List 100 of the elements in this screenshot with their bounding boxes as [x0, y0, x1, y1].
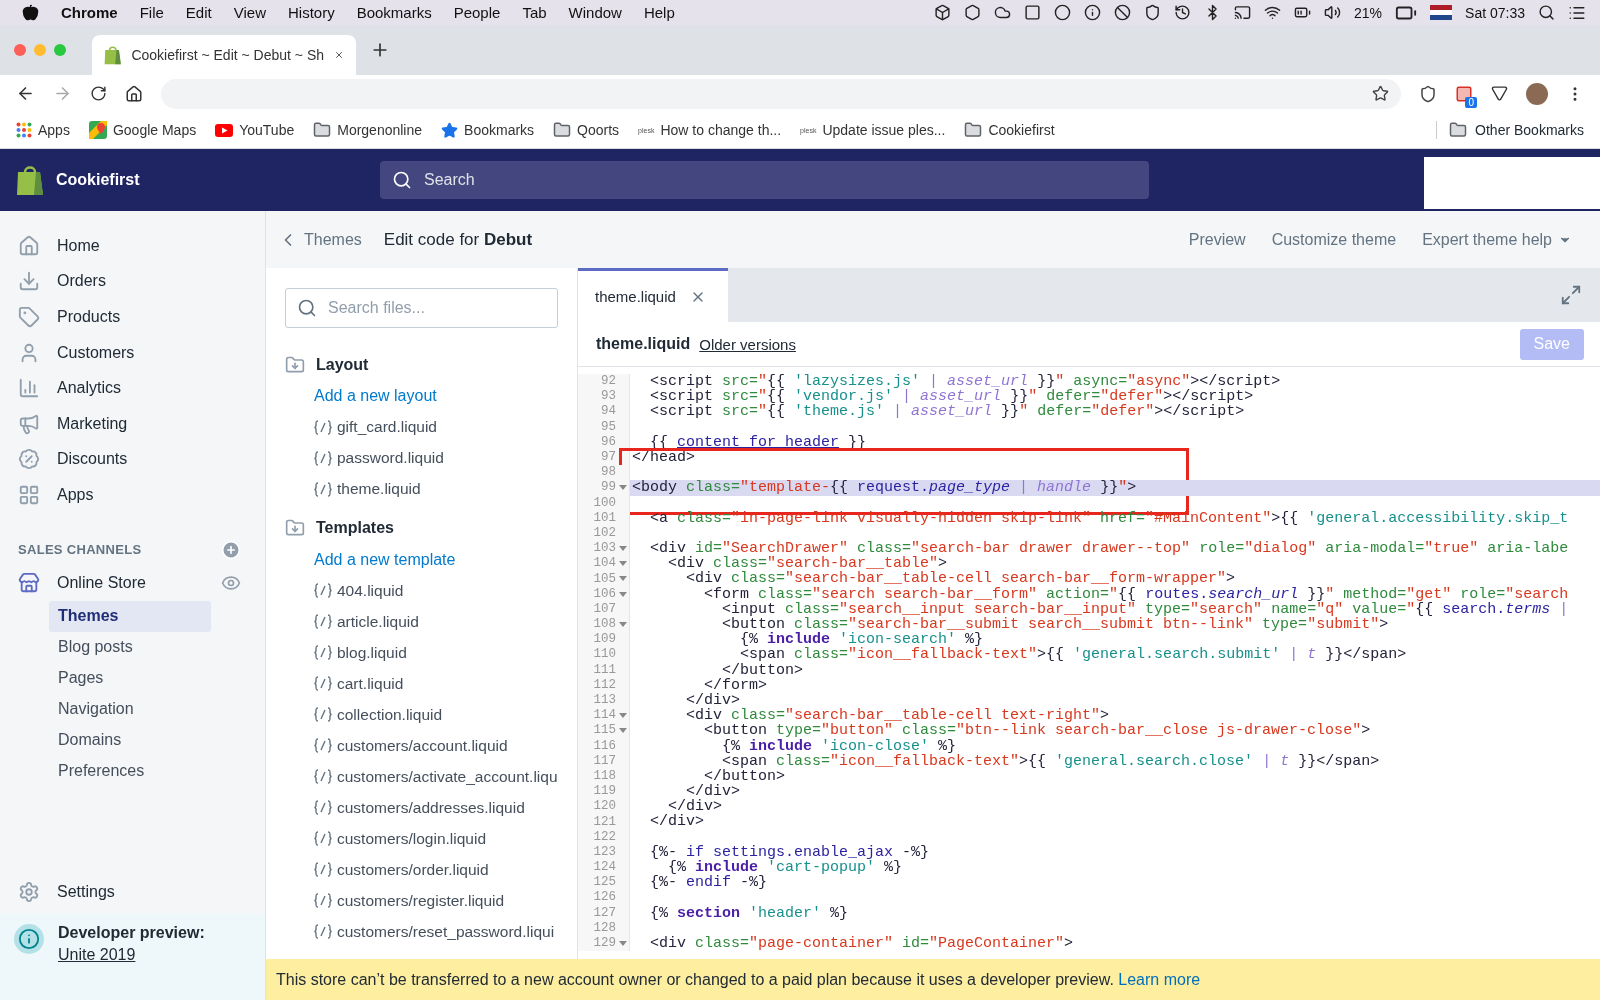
folder-icon[interactable] — [1449, 121, 1468, 139]
nav-item[interactable]: Home — [0, 228, 265, 264]
file-link[interactable]: article.liquid — [337, 612, 419, 631]
menu-item[interactable]: Window — [568, 4, 622, 21]
file-link[interactable]: customers/activate_account.liqu — [337, 767, 558, 786]
back-link[interactable]: Themes — [278, 229, 362, 250]
apps-grid-icon[interactable] — [16, 122, 32, 138]
shield-icon[interactable] — [1419, 84, 1437, 103]
add-file-link[interactable]: Add a new template — [285, 543, 577, 575]
subnav-item[interactable]: Preferences — [49, 755, 211, 787]
menu-item[interactable]: View — [233, 4, 266, 21]
hexagon-icon[interactable] — [964, 4, 982, 21]
folder-icon[interactable] — [553, 121, 572, 139]
browser-tab[interactable]: Cookiefirst ~ Edit ~ Debut ~ Sh — [92, 35, 356, 75]
home-icon[interactable] — [125, 84, 143, 103]
fold-arrow-icon[interactable] — [619, 622, 627, 628]
header-action[interactable]: Expert theme help — [1422, 230, 1572, 249]
file-link[interactable]: customers/reset_password.liqui — [337, 922, 555, 941]
play-button-icon[interactable] — [215, 123, 234, 137]
nav-item[interactable]: Online Store — [57, 573, 146, 592]
file-search-field[interactable]: Search files... — [285, 288, 558, 328]
preview-link[interactable]: Unite 2019 — [58, 946, 205, 964]
back-icon[interactable] — [16, 84, 35, 103]
folder-icon[interactable] — [964, 121, 983, 139]
bookmark[interactable]: Google Maps — [112, 122, 197, 138]
older-versions-link[interactable]: Older versions — [699, 335, 796, 353]
nav-item[interactable]: Orders — [0, 263, 265, 300]
folder-icon[interactable] — [285, 518, 305, 538]
star-icon[interactable] — [441, 121, 459, 139]
add-file-link[interactable]: Add a new layout — [285, 380, 577, 412]
header-action[interactable]: Preview — [1188, 230, 1246, 249]
ban-icon[interactable] — [1114, 4, 1132, 21]
nav-item[interactable]: Products — [0, 299, 265, 335]
subnav-item[interactable]: Navigation — [49, 693, 211, 725]
file-link[interactable]: customers/register.liquid — [337, 891, 505, 910]
shield-icon[interactable] — [1144, 4, 1162, 21]
bookmark[interactable]: Other Bookmarks — [1475, 122, 1584, 138]
bookmark[interactable]: Apps — [38, 122, 70, 138]
nav-item[interactable]: Marketing — [0, 405, 265, 442]
folder-icon[interactable] — [285, 354, 305, 375]
subnav-item[interactable]: Themes — [49, 600, 211, 632]
box-icon[interactable] — [934, 4, 952, 21]
search-icon[interactable] — [1538, 4, 1555, 21]
menu-item[interactable]: Edit — [185, 4, 212, 21]
bookmark[interactable]: Update issue ples... — [822, 122, 946, 138]
bookmark[interactable]: Qoorts — [577, 122, 620, 138]
subnav-item[interactable]: Blog posts — [49, 631, 211, 663]
bookmark[interactable]: Cookiefirst — [988, 122, 1055, 138]
file-link[interactable]: password.liquid — [337, 449, 444, 467]
learn-more-link[interactable]: Learn more — [1118, 970, 1201, 988]
subnav-item[interactable]: Pages — [49, 662, 211, 694]
file-link[interactable]: customers/login.liquid — [337, 829, 487, 848]
file-link[interactable]: customers/order.liquid — [337, 860, 489, 879]
volume-icon[interactable] — [1324, 4, 1342, 21]
file-link[interactable]: collection.liquid — [337, 705, 443, 724]
apple-icon[interactable] — [22, 4, 39, 21]
expand-icon[interactable] — [1560, 284, 1582, 306]
info-icon[interactable] — [1084, 4, 1102, 21]
wifi-icon[interactable] — [1264, 4, 1282, 21]
menu-item[interactable]: Chrome — [61, 4, 118, 21]
circle-icon[interactable] — [1054, 4, 1072, 21]
file-link[interactable]: gift_card.liquid — [337, 418, 437, 436]
file-link[interactable]: blog.liquid — [337, 643, 407, 662]
avatar[interactable] — [1526, 82, 1548, 105]
file-link[interactable]: theme.liquid — [337, 480, 421, 498]
nav-item[interactable]: Settings — [0, 874, 265, 910]
file-link[interactable]: cart.liquid — [337, 674, 404, 693]
file-tab[interactable]: theme.liquid — [578, 268, 728, 322]
nav-item[interactable]: Analytics — [0, 370, 265, 406]
bookmark[interactable]: How to change th... — [660, 122, 782, 138]
square-icon[interactable] — [1024, 4, 1042, 21]
history-icon[interactable] — [1174, 4, 1192, 21]
menu-item[interactable]: Help — [643, 4, 675, 21]
bookmark[interactable]: Bookmarks — [464, 122, 535, 138]
menu-item[interactable]: Bookmarks — [356, 4, 432, 21]
menu-item[interactable]: File — [139, 4, 164, 21]
file-link[interactable]: customers/addresses.liquid — [337, 798, 525, 817]
triangle-icon[interactable] — [1491, 85, 1508, 102]
header-action[interactable]: Customize theme — [1271, 230, 1397, 249]
folder-icon[interactable] — [313, 121, 332, 139]
bookmark[interactable]: Morgenonline — [337, 122, 423, 138]
menu-item[interactable]: Tab — [522, 4, 547, 21]
search-field[interactable]: Search — [380, 161, 1149, 199]
nav-item[interactable]: Discounts — [0, 441, 265, 478]
star-icon[interactable] — [1372, 85, 1389, 102]
nav-item[interactable]: Customers — [0, 334, 265, 371]
file-link[interactable]: customers/account.liquid — [337, 736, 508, 755]
reload-icon[interactable] — [90, 85, 107, 102]
cast-icon[interactable] — [1234, 4, 1252, 21]
cloud-icon[interactable] — [994, 4, 1012, 21]
bookmark[interactable]: YouTube — [239, 122, 295, 138]
menu-item[interactable]: People — [453, 4, 501, 21]
menu-item[interactable]: History — [287, 4, 335, 21]
subnav-item[interactable]: Domains — [49, 724, 211, 756]
add-icon[interactable] — [221, 539, 241, 560]
fold-arrow-icon[interactable] — [619, 485, 627, 492]
fold-arrow-icon[interactable] — [619, 940, 627, 947]
nav-item[interactable]: Apps — [0, 477, 265, 513]
map-pin-icon[interactable] — [88, 121, 107, 139]
file-link[interactable]: 404.liquid — [337, 581, 404, 600]
